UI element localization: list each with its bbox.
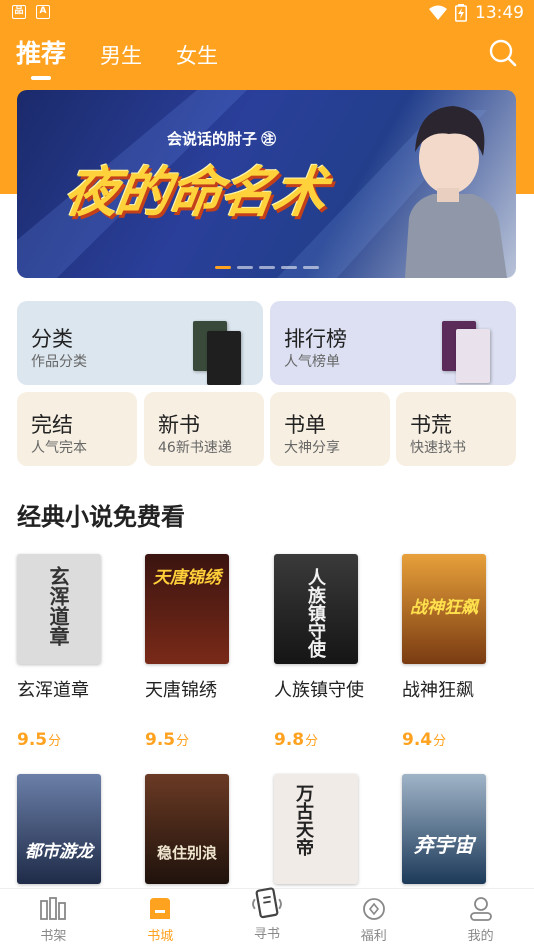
new-books-card[interactable]: 新书 46新书速递 [144, 392, 264, 466]
nav-bookstore[interactable]: 书城 [107, 889, 214, 950]
book-title: 天唐锦绣 [145, 680, 217, 700]
character-illustration [405, 106, 507, 278]
status-bar: 品 A 13:49 [0, 0, 534, 28]
booklist-card-title: 书单 [284, 414, 326, 437]
bookstore-icon [150, 898, 171, 919]
book-famine-card-title: 书荒 [410, 414, 452, 437]
nav-bookshelf[interactable]: 书架 [0, 889, 107, 950]
nav-label: 我的 [467, 929, 494, 944]
qr-icon: 品 [12, 5, 26, 19]
book-cover: 人族镇守使 [274, 554, 358, 664]
cover-title: 玄浑道章 [46, 566, 68, 646]
book-cover: 天唐锦绣 [145, 554, 229, 664]
category-card-title: 分类 [31, 328, 73, 351]
book-score: 9.5分 [17, 730, 62, 750]
ranking-card[interactable]: 排行榜 人气榜单 [270, 301, 516, 385]
ranking-card-subtitle: 人气榜单 [284, 354, 340, 370]
book-famine-card[interactable]: 书荒 快速找书 [396, 392, 516, 466]
book-item[interactable]: 人族镇守使 人族镇守使 [274, 554, 384, 701]
welfare-icon [362, 898, 385, 920]
a-icon: A [36, 5, 50, 19]
book-title: 战神狂飙 [402, 680, 474, 700]
nav-label: 书架 [40, 929, 67, 944]
book-title: 人族镇守使 [274, 680, 364, 700]
booklist-card[interactable]: 书单 大神分享 [270, 392, 390, 466]
wifi-icon [429, 5, 447, 20]
book-item[interactable]: 稳住别浪 [145, 774, 255, 884]
nav-label: 书城 [147, 929, 174, 944]
book-famine-card-subtitle: 快速找书 [410, 440, 466, 456]
profile-icon [469, 897, 492, 921]
booklist-card-subtitle: 大神分享 [284, 440, 340, 456]
book-cover: 稳住别浪 [145, 774, 229, 884]
book-item[interactable]: 战神狂飙 战神狂飙 [402, 554, 512, 701]
new-books-card-subtitle: 46新书速递 [158, 440, 232, 456]
book-item[interactable]: 万古天帝 [274, 774, 384, 884]
battery-icon [455, 4, 467, 22]
book-title: 玄浑道章 [17, 680, 89, 700]
banner-title: 夜的命名术 [60, 163, 329, 223]
cover-title: 天唐锦绣 [153, 568, 221, 587]
bottom-nav: 书架 书城 寻书 福利 我的 [0, 887, 534, 950]
cover-title: 万古天帝 [294, 784, 314, 856]
nav-profile[interactable]: 我的 [427, 889, 534, 950]
bookshelf-icon [40, 897, 67, 920]
carousel-dot [281, 266, 297, 269]
book-stack-image [456, 329, 490, 383]
cover-title: 稳住别浪 [156, 846, 217, 862]
book-cover: 弃宇宙 [402, 774, 486, 884]
book-cover: 战神狂飙 [402, 554, 486, 664]
category-card[interactable]: 分类 作品分类 [17, 301, 263, 385]
carousel-dot [303, 266, 319, 269]
book-item[interactable]: 弃宇宙 [402, 774, 512, 884]
banner-carousel[interactable]: 会说话的肘子 ㊟ 夜的命名术 [17, 90, 516, 278]
nav-find-book[interactable]: 寻书 [214, 887, 321, 950]
book-item[interactable]: 都市游龙 [17, 774, 127, 884]
book-cover: 万古天帝 [274, 774, 358, 884]
finished-card-subtitle: 人气完本 [31, 440, 87, 456]
book-cover: 玄浑道章 [17, 554, 101, 664]
book-score: 9.8分 [274, 730, 319, 750]
search-icon[interactable] [488, 38, 518, 68]
cover-title: 弃宇宙 [414, 835, 474, 857]
top-tabs: 推荐 男生 女生 [16, 34, 218, 80]
book-item[interactable]: 天唐锦绣 天唐锦绣 [145, 554, 255, 701]
new-books-card-title: 新书 [158, 414, 200, 437]
carousel-dot [259, 266, 275, 269]
carousel-dot [237, 266, 253, 269]
book-item[interactable]: 玄浑道章 玄浑道章 [17, 554, 127, 701]
banner-author: 会说话的肘子 ㊟ [167, 131, 277, 148]
nav-label: 寻书 [253, 927, 280, 942]
ranking-card-title: 排行榜 [284, 328, 347, 351]
book-cover: 都市游龙 [17, 774, 101, 884]
tab-male[interactable]: 男生 [100, 40, 142, 80]
carousel-dot [215, 266, 231, 269]
nav-label: 福利 [360, 929, 387, 944]
finished-card-title: 完结 [31, 414, 73, 437]
cover-title: 人族镇守使 [306, 568, 326, 658]
cover-title: 都市游龙 [25, 842, 93, 861]
tab-recommend[interactable]: 推荐 [16, 34, 66, 80]
finished-card[interactable]: 完结 人气完本 [17, 392, 137, 466]
status-time: 13:49 [475, 3, 524, 23]
book-stack-image [207, 331, 241, 385]
find-book-icon [252, 887, 282, 919]
section-title: 经典小说免费看 [17, 504, 185, 531]
cover-title: 战神狂飙 [410, 598, 478, 617]
book-score: 9.4分 [402, 730, 447, 750]
carousel-indicator [215, 266, 319, 269]
nav-welfare[interactable]: 福利 [320, 889, 427, 950]
tab-female[interactable]: 女生 [176, 40, 218, 80]
book-score: 9.5分 [145, 730, 190, 750]
category-card-subtitle: 作品分类 [31, 354, 87, 370]
